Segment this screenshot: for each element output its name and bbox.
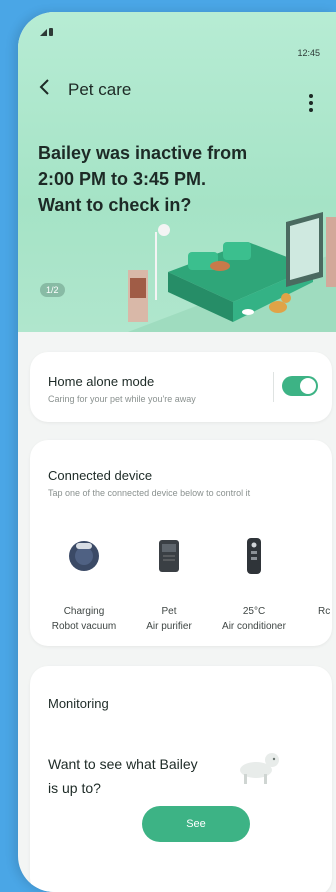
divider <box>273 372 274 402</box>
device-air-purifier[interactable]: Pet Air purifier <box>127 520 211 640</box>
air-purifier-icon <box>149 534 189 578</box>
home-alone-subtitle: Caring for your pet while you're away <box>48 394 196 404</box>
device-name: Rc <box>318 606 331 617</box>
chevron-left-icon <box>39 79 49 95</box>
home-alone-toggle[interactable] <box>282 376 318 396</box>
living-room-illustration <box>128 212 336 332</box>
top-bar: Pet care <box>38 76 326 112</box>
home-alone-card: Home alone mode Caring for your pet whil… <box>30 352 332 422</box>
device-partial[interactable]: Rc <box>292 520 332 640</box>
device-name: Air conditioner <box>222 621 286 632</box>
monitoring-title: Monitoring <box>48 696 109 711</box>
more-options-button[interactable] <box>304 94 318 116</box>
device-name: Robot vacuum <box>51 621 117 632</box>
pager-indicator: 1/2 <box>40 283 65 297</box>
see-button[interactable]: See <box>142 806 250 842</box>
monitoring-card: Monitoring Want to see what Bailey is up… <box>30 666 332 892</box>
monitoring-text: Want to see what Bailey is up to? <box>48 756 198 796</box>
connected-device-title: Connected device <box>48 468 153 483</box>
phone-screen: 12:45 Pet care Bailey was inactive from … <box>18 12 336 892</box>
status-icons <box>40 28 53 36</box>
device-name: Air purifier <box>146 621 192 632</box>
device-status: Pet <box>161 606 177 617</box>
device-status: Charging <box>63 606 105 617</box>
toggle-knob <box>300 378 316 394</box>
device-air-conditioner[interactable]: 25°C Air conditioner <box>212 520 296 640</box>
device-list: Charging Robot vacuum Pet Air purifier 2… <box>30 520 332 640</box>
robot-vacuum-icon <box>64 534 104 578</box>
connected-device-card: Connected device Tap one of the connecte… <box>30 440 332 646</box>
status-time: 12:45 <box>297 48 320 58</box>
device-icon <box>314 534 332 578</box>
device-robot-vacuum[interactable]: Charging Robot vacuum <box>42 520 126 640</box>
air-conditioner-icon <box>234 534 274 578</box>
more-vertical-icon <box>309 94 313 98</box>
status-bar <box>40 28 326 42</box>
battery-icon <box>49 28 53 36</box>
page-title: Pet care <box>68 80 132 99</box>
dog-illustration <box>240 753 279 784</box>
hero-banner[interactable]: 12:45 Pet care Bailey was inactive from … <box>18 12 336 332</box>
device-status: 25°C <box>242 606 266 617</box>
home-alone-title: Home alone mode <box>48 374 155 389</box>
back-button[interactable] <box>38 78 58 100</box>
connected-device-subtitle: Tap one of the connected device below to… <box>48 488 251 498</box>
signal-icon <box>40 28 47 36</box>
